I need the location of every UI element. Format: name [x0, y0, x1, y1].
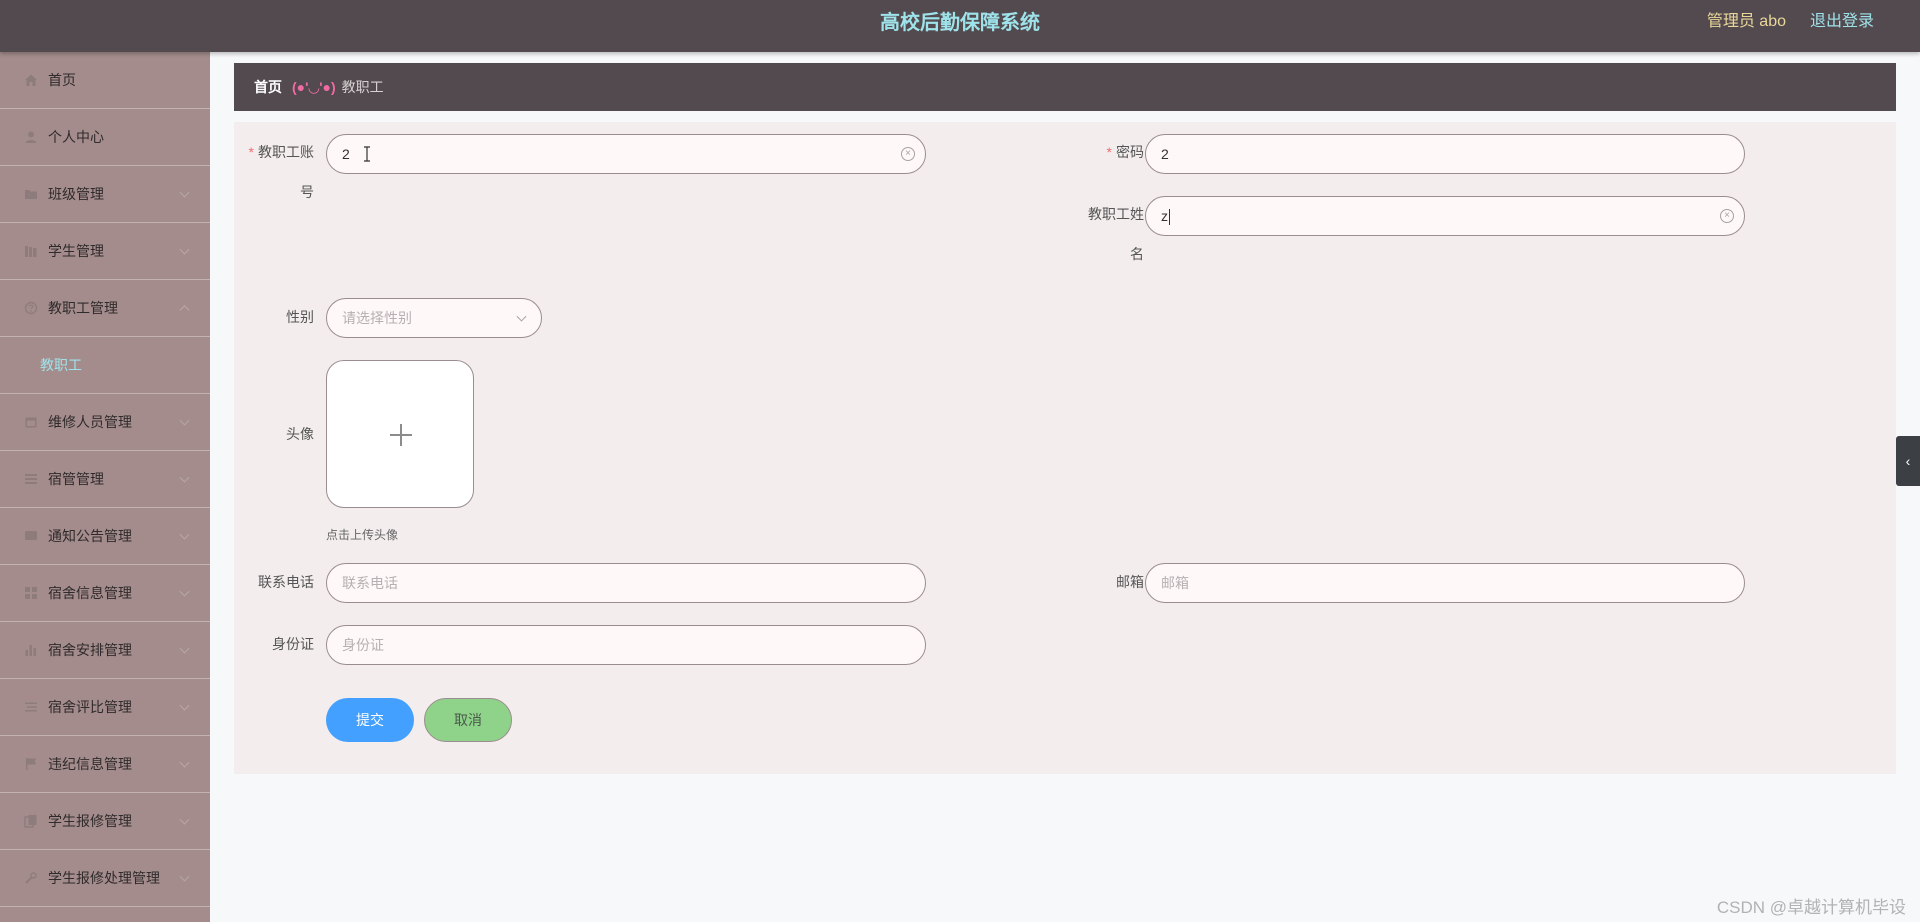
tools-icon — [23, 870, 39, 886]
chevron-down-icon — [179, 244, 190, 255]
avatar-upload-hint: 点击上传头像 — [326, 528, 399, 542]
books-icon — [23, 243, 39, 259]
sidebar-item-label: 学生报修管理 — [48, 813, 132, 829]
sidebar-item-label: 个人中心 — [48, 129, 104, 145]
breadcrumb-current: 教职工 — [341, 79, 384, 95]
list-icon — [23, 471, 39, 487]
staff-form: * 教职工账 号 2 × * 密码 2 教职工姓 名 z × 性别 请选择性别 头像… — [234, 122, 1896, 774]
sidebar-item-label: 学生管理 — [48, 243, 104, 259]
phone-label: 联系电话 — [258, 574, 314, 590]
chevron-down-icon — [179, 415, 190, 426]
sidebar-item-dorm-admin[interactable]: 宿管管理 — [0, 451, 210, 508]
cancel-button[interactable]: 取消 — [424, 698, 512, 742]
email-input[interactable]: 邮箱 — [1145, 563, 1745, 603]
sidebar-item-student[interactable]: 学生管理 — [0, 223, 210, 280]
current-user: 管理员 abo — [1706, 13, 1786, 30]
sidebar-item-label: 宿管管理 — [48, 471, 104, 487]
clear-icon[interactable]: × — [1720, 209, 1734, 223]
sidebar-item-dorm-arrange[interactable]: 宿舍安排管理 — [0, 622, 210, 679]
sidebar: 首页 个人中心 班级管理 学生管理 教职工管理 教职工 维修人员管理 宿管管理 … — [0, 52, 210, 922]
sidebar-item-repair-request[interactable]: 学生报修管理 — [0, 793, 210, 850]
chevron-up-icon — [179, 305, 190, 316]
chevron-down-icon — [179, 643, 190, 654]
chevron-down-icon — [179, 757, 190, 768]
bar-chart-icon — [23, 642, 39, 658]
name-input[interactable]: z × — [1145, 196, 1745, 236]
breadcrumb-separator: (●'◡'●) — [292, 78, 336, 95]
sidebar-item-label: 通知公告管理 — [48, 528, 132, 544]
sidebar-item-notice[interactable]: 通知公告管理 — [0, 508, 210, 565]
sidebar-item-home[interactable]: 首页 — [0, 52, 210, 109]
gender-select[interactable]: 请选择性别 — [326, 298, 542, 338]
message-icon — [23, 528, 39, 544]
sidebar-item-dorm-info[interactable]: 宿舍信息管理 — [0, 565, 210, 622]
phone-input[interactable]: 联系电话 — [326, 563, 926, 603]
clear-icon[interactable]: × — [901, 147, 915, 161]
help-circle-icon — [23, 300, 39, 316]
top-header: 高校后勤保障系统 管理员 abo 退出登录 — [0, 0, 1920, 52]
password-label: * 密码 — [1106, 144, 1144, 160]
chevron-down-icon — [179, 187, 190, 198]
calendar-icon — [23, 414, 39, 430]
chevron-down-icon — [516, 311, 527, 322]
sidebar-item-repairman[interactable]: 维修人员管理 — [0, 394, 210, 451]
sidebar-item-discipline[interactable]: 违纪信息管理 — [0, 736, 210, 793]
account-input[interactable]: 2 × — [326, 134, 926, 174]
user-icon — [23, 129, 39, 145]
sidebar-item-label: 首页 — [48, 72, 76, 88]
sidebar-item-label: 违纪信息管理 — [48, 756, 132, 772]
sidebar-item-label: 宿舍安排管理 — [48, 642, 132, 658]
sidebar-item-staff[interactable]: 教职工管理 — [0, 280, 210, 337]
avatar-label: 头像 — [286, 426, 314, 442]
watermark: CSDN @卓越计算机毕设 — [1716, 898, 1906, 917]
name-label: 教职工姓 — [1088, 206, 1144, 222]
sidebar-item-repair-process[interactable]: 学生报修处理管理 — [0, 850, 210, 907]
breadcrumb: 首页 (●'◡'●) 教职工 — [234, 63, 1896, 111]
flag-icon — [23, 756, 39, 772]
folder-icon — [23, 186, 39, 202]
submit-button[interactable]: 提交 — [326, 698, 414, 742]
sidebar-item-label: 班级管理 — [48, 186, 104, 202]
name-label-wrap: 名 — [1130, 246, 1144, 262]
idcard-input[interactable]: 身份证 — [326, 625, 926, 665]
chevron-down-icon — [179, 871, 190, 882]
sidebar-item-dorm-rating[interactable]: 宿舍评比管理 — [0, 679, 210, 736]
idcard-label: 身份证 — [272, 636, 314, 652]
sidebar-item-label: 教职工管理 — [48, 300, 118, 316]
sidebar-item-label: 宿舍信息管理 — [48, 585, 132, 601]
password-input[interactable]: 2 — [1145, 134, 1745, 174]
chevron-down-icon — [179, 472, 190, 483]
text-caret — [1169, 209, 1170, 225]
sidebar-item-label: 学生报修处理管理 — [48, 870, 160, 886]
chevron-down-icon — [179, 814, 190, 825]
breadcrumb-home[interactable]: 首页 — [254, 77, 282, 97]
logout-link[interactable]: 退出登录 — [1810, 0, 1874, 44]
gender-label: 性别 — [286, 309, 314, 325]
sidebar-item-class[interactable]: 班级管理 — [0, 166, 210, 223]
app-title: 高校后勤保障系统 — [880, 12, 1040, 34]
chevron-down-icon — [179, 529, 190, 540]
copy-icon — [23, 813, 39, 829]
account-label-wrap: 号 — [300, 184, 314, 200]
side-panel-toggle[interactable]: ‹ — [1896, 436, 1920, 486]
avatar-upload-button[interactable] — [326, 360, 474, 508]
chevron-left-icon: ‹ — [1905, 453, 1911, 469]
sidebar-subitem-staff[interactable]: 教职工 — [0, 337, 210, 394]
sidebar-item-profile[interactable]: 个人中心 — [0, 109, 210, 166]
grid-icon — [23, 585, 39, 601]
sidebar-item-label: 宿舍评比管理 — [48, 699, 132, 715]
home-icon — [23, 72, 39, 88]
menu-lines-icon — [23, 699, 39, 715]
text-cursor-icon — [364, 146, 370, 162]
sidebar-item-label: 维修人员管理 — [48, 414, 132, 430]
chevron-down-icon — [179, 586, 190, 597]
email-label: 邮箱 — [1116, 574, 1144, 590]
account-label: * 教职工账 — [248, 144, 314, 160]
chevron-down-icon — [179, 700, 190, 711]
